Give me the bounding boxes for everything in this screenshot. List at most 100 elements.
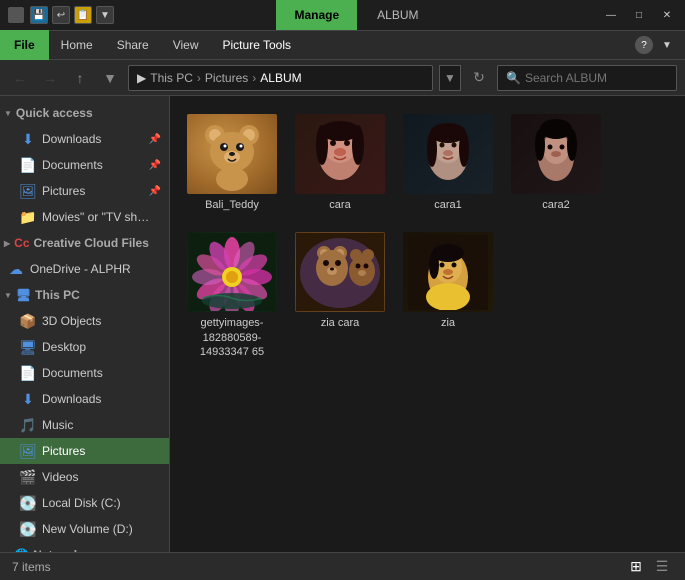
menu-view[interactable]: View xyxy=(161,30,211,60)
sidebar-item-downloads-qa[interactable]: ⬇ Downloads 📌 xyxy=(0,126,169,152)
sidebar-item-pictures[interactable]: 🖼 Pictures xyxy=(0,438,169,464)
movies-qa-icon: 📁 xyxy=(20,209,36,225)
sidebar-thispc-header[interactable]: ▼ 🖥 This PC xyxy=(0,282,169,308)
pictures-qa-icon: 🖼 xyxy=(20,183,36,199)
file-thumb-bali-teddy xyxy=(187,114,277,194)
pin-icon-downloads: 📌 xyxy=(149,134,161,145)
breadcrumb-thispc-label[interactable]: This PC xyxy=(150,71,193,85)
menu-home[interactable]: Home xyxy=(49,30,105,60)
search-input[interactable] xyxy=(525,71,655,85)
zia-svg xyxy=(408,235,488,310)
search-box[interactable]: 🔍 xyxy=(497,65,677,91)
file-item-gettyimages[interactable]: gettyimages-182880589-14933347 65 xyxy=(182,226,282,365)
file-thumb-zia-cara xyxy=(295,232,385,312)
pin-icon-documents: 📌 xyxy=(149,160,161,171)
menu-bar-right: ? ▼ xyxy=(635,36,685,54)
status-bar: 7 items ⊞ ☰ xyxy=(0,552,685,580)
back-button[interactable]: ← xyxy=(8,66,32,90)
sidebar-item-new-volume[interactable]: 💽 New Volume (D:) xyxy=(0,516,169,542)
menu-file[interactable]: File xyxy=(0,30,49,60)
file-thumb-cara1 xyxy=(403,114,493,194)
file-name-bali-teddy: Bali_Teddy xyxy=(205,198,259,212)
sidebar-item-desktop[interactable]: 🖥 Desktop xyxy=(0,334,169,360)
breadcrumb-thispc: ▶ xyxy=(137,71,146,85)
creative-cloud-icon: Cc xyxy=(14,236,29,250)
downloads-label: Downloads xyxy=(42,392,101,406)
properties-icon[interactable]: 📋 xyxy=(74,6,92,24)
sidebar-item-documents[interactable]: 📄 Documents xyxy=(0,360,169,386)
sidebar-item-documents-qa[interactable]: 📄 Documents 📌 xyxy=(0,152,169,178)
local-disk-icon: 💽 xyxy=(20,495,36,511)
sidebar-item-pictures-qa[interactable]: 🖼 Pictures 📌 xyxy=(0,178,169,204)
address-dropdown[interactable]: ▼ xyxy=(439,65,461,91)
thispc-label: This PC xyxy=(35,288,80,302)
forward-button[interactable]: → xyxy=(38,66,62,90)
list-view-button[interactable]: ☰ xyxy=(651,556,673,578)
undo-icon[interactable]: ↩ xyxy=(52,6,70,24)
sidebar-item-3d-objects[interactable]: 📦 3D Objects xyxy=(0,308,169,334)
sidebar-item-music[interactable]: 🎵 Music xyxy=(0,412,169,438)
documents-qa-icon: 📄 xyxy=(20,157,36,173)
file-name-cara2: cara2 xyxy=(542,198,570,212)
quick-access-toolbar: 💾 ↩ 📋 ▼ xyxy=(30,6,114,24)
breadcrumb[interactable]: ▶ This PC › Pictures › ALBUM xyxy=(128,65,433,91)
new-volume-icon: 💽 xyxy=(20,521,36,537)
onedrive-label: OneDrive - ALPHR xyxy=(30,262,131,276)
sidebar-quick-access-header[interactable]: ▼ Quick access xyxy=(0,100,169,126)
breadcrumb-album-label[interactable]: ALBUM xyxy=(260,71,301,85)
sidebar-item-onedrive[interactable]: ☁ OneDrive - ALPHR xyxy=(0,256,169,282)
recent-locations-button[interactable]: ▼ xyxy=(98,66,122,90)
music-label: Music xyxy=(42,418,73,432)
file-item-cara[interactable]: cara xyxy=(290,108,390,218)
file-name-gettyimages: gettyimages-182880589-14933347 65 xyxy=(188,316,276,359)
maximize-button[interactable]: □ xyxy=(629,7,649,23)
sidebar-item-movies-qa[interactable]: 📁 Movies" or "TV sh… xyxy=(0,204,169,230)
zia-cara-svg xyxy=(296,233,384,311)
manage-tab[interactable]: Manage xyxy=(276,0,357,30)
item-count-text: 7 items xyxy=(12,560,51,574)
creative-cloud-label: Creative Cloud Files xyxy=(34,236,149,250)
large-icons-view-button[interactable]: ⊞ xyxy=(625,556,647,578)
up-button[interactable]: ↑ xyxy=(68,66,92,90)
pictures-label: Pictures xyxy=(42,444,85,458)
file-item-zia[interactable]: zia xyxy=(398,226,498,365)
title-bar: 💾 ↩ 📋 ▼ Manage ALBUM — □ ✕ xyxy=(0,0,685,30)
help-button[interactable]: ? xyxy=(635,36,653,54)
network-chevron: ▶ xyxy=(4,551,10,553)
title-center: Manage ALBUM xyxy=(276,0,438,30)
title-bar-left: 💾 ↩ 📋 ▼ xyxy=(8,6,114,24)
breadcrumb-pictures-label[interactable]: Pictures xyxy=(205,71,248,85)
desktop-label: Desktop xyxy=(42,340,86,354)
file-item-bali-teddy[interactable]: Bali_Teddy xyxy=(182,108,282,218)
creative-cloud-chevron: ▶ xyxy=(4,239,10,248)
documents-label: Documents xyxy=(42,366,103,380)
file-item-zia-cara[interactable]: zia cara xyxy=(290,226,390,365)
quick-access-label: Quick access xyxy=(16,106,93,120)
file-item-cara1[interactable]: cara1 xyxy=(398,108,498,218)
close-button[interactable]: ✕ xyxy=(657,7,677,23)
sidebar-creative-cloud-header[interactable]: ▶ Cc Creative Cloud Files xyxy=(0,230,169,256)
sidebar-item-videos[interactable]: 🎬 Videos xyxy=(0,464,169,490)
refresh-button[interactable]: ↻ xyxy=(467,66,491,90)
file-name-cara1: cara1 xyxy=(434,198,462,212)
menu-share[interactable]: Share xyxy=(105,30,161,60)
file-thumb-zia xyxy=(403,232,493,312)
music-icon: 🎵 xyxy=(20,417,36,433)
pin-icon-pictures: 📌 xyxy=(149,186,161,197)
minimize-button[interactable]: — xyxy=(601,7,621,23)
teddy-svg xyxy=(197,117,267,192)
new-volume-label: New Volume (D:) xyxy=(42,522,133,536)
save-icon[interactable]: 💾 xyxy=(30,6,48,24)
menu-chevron[interactable]: ▼ xyxy=(657,37,677,53)
menu-picture-tools[interactable]: Picture Tools xyxy=(211,30,303,60)
cara1-svg xyxy=(408,117,488,192)
3d-objects-label: 3D Objects xyxy=(42,314,101,328)
sidebar-item-downloads[interactable]: ⬇ Downloads xyxy=(0,386,169,412)
toolbar-chevron[interactable]: ▼ xyxy=(96,6,114,24)
view-options: ⊞ ☰ xyxy=(625,556,673,578)
local-disk-label: Local Disk (C:) xyxy=(42,496,121,510)
sidebar-network-header[interactable]: ▶ 🌐 Network xyxy=(0,542,169,552)
file-item-cara2[interactable]: cara2 xyxy=(506,108,606,218)
downloads-qa-label: Downloads xyxy=(42,132,101,146)
sidebar-item-local-disk[interactable]: 💽 Local Disk (C:) xyxy=(0,490,169,516)
